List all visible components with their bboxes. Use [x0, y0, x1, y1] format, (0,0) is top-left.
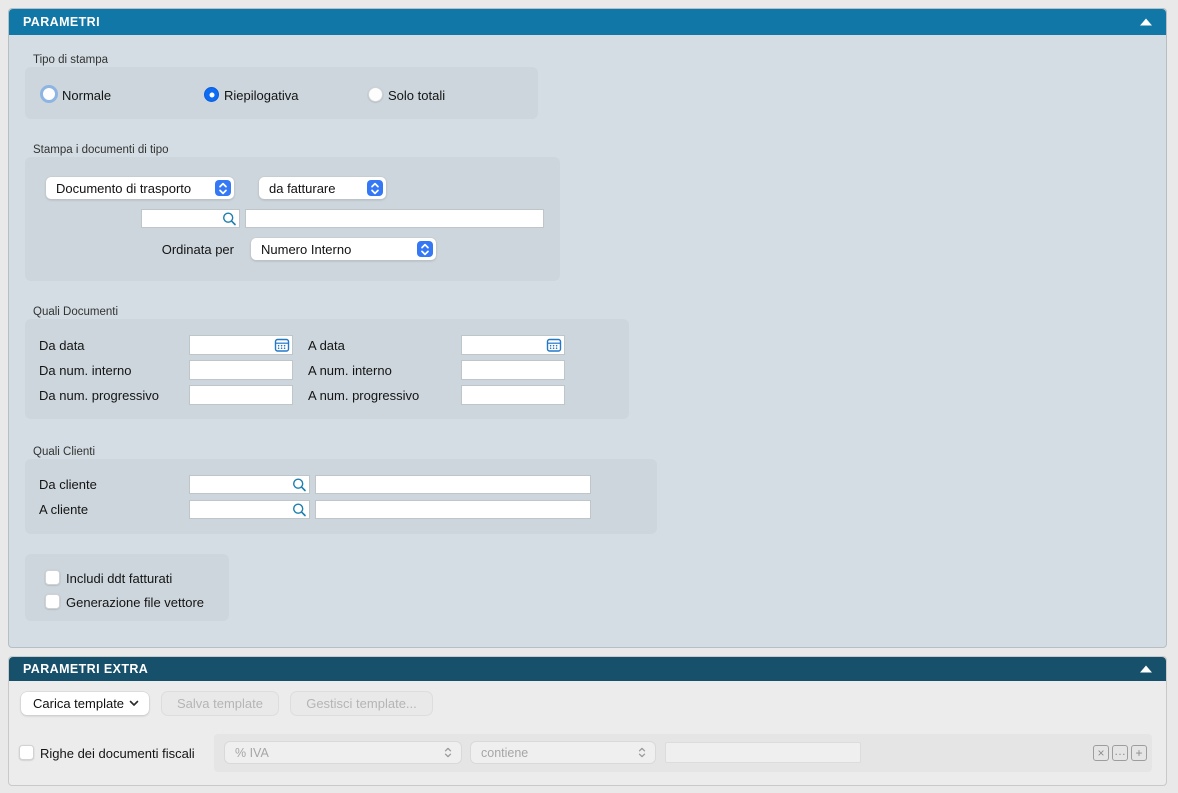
parametri-extra-panel-header[interactable]: PARAMETRI EXTRA	[9, 657, 1166, 681]
righe-documenti-fiscali-label: Righe dei documenti fiscali	[40, 746, 195, 761]
calendar-icon[interactable]	[274, 337, 290, 353]
stato-documento-value: da fatturare	[269, 181, 336, 196]
radio-riepilogativa-label: Riepilogativa	[224, 88, 298, 103]
tipo-di-stampa-label: Tipo di stampa	[33, 54, 108, 66]
da-cliente-search	[189, 475, 310, 494]
updown-chevron-icon	[638, 747, 652, 758]
stato-documento-select[interactable]: da fatturare	[259, 177, 386, 199]
da-data-field	[189, 335, 293, 355]
radio-normale[interactable]	[40, 85, 58, 103]
ellipsis-icon: …	[1114, 745, 1126, 757]
calendar-icon[interactable]	[546, 337, 562, 353]
a-cliente-nome-input[interactable]	[315, 500, 591, 519]
a-num-progressivo-label: A num. progressivo	[308, 388, 419, 403]
a-num-interno-label: A num. interno	[308, 363, 392, 378]
add-filter-button[interactable]: +	[1131, 745, 1147, 761]
quali-clienti-group	[25, 459, 657, 534]
da-num-interno-input[interactable]	[189, 360, 293, 380]
documento-descrizione-input[interactable]	[245, 209, 544, 228]
updown-chevron-icon	[215, 180, 231, 196]
radio-riepilogativa[interactable]	[204, 87, 219, 102]
radio-solo-totali-label: Solo totali	[388, 88, 445, 103]
chevron-down-icon	[129, 700, 139, 707]
generazione-file-vettore-label: Generazione file vettore	[66, 595, 204, 610]
includi-ddt-fatturati-checkbox[interactable]	[45, 570, 60, 585]
da-data-label: Da data	[39, 338, 85, 353]
salva-template-button[interactable]: Salva template	[162, 692, 278, 715]
parametri-extra-panel: PARAMETRI EXTRA Carica template Salva te…	[8, 656, 1167, 786]
search-icon[interactable]	[292, 502, 307, 517]
filtro-operatore-value: contiene	[481, 746, 528, 760]
carica-template-label: Carica template	[33, 696, 124, 711]
filtro-campo-value: % IVA	[235, 746, 269, 760]
radio-normale-label: Normale	[62, 88, 111, 103]
includi-ddt-fatturati-label: Includi ddt fatturati	[66, 571, 172, 586]
da-num-progressivo-input[interactable]	[189, 385, 293, 405]
da-cliente-nome-input[interactable]	[315, 475, 591, 494]
collapse-arrow-icon[interactable]	[1140, 666, 1152, 673]
righe-documenti-fiscali-checkbox[interactable]	[19, 745, 34, 760]
parametri-panel-title: PARAMETRI	[9, 15, 100, 29]
parametri-panel-header[interactable]: PARAMETRI	[9, 9, 1166, 35]
a-cliente-search	[189, 500, 310, 519]
ordinata-per-value: Numero Interno	[261, 242, 351, 257]
ordinata-per-label: Ordinata per	[141, 242, 234, 257]
da-num-progressivo-label: Da num. progressivo	[39, 388, 159, 403]
radio-solo-totali[interactable]	[368, 87, 383, 102]
tipo-documento-select[interactable]: Documento di trasporto	[46, 177, 234, 199]
search-icon[interactable]	[292, 477, 307, 492]
collapse-arrow-icon[interactable]	[1140, 19, 1152, 26]
a-cliente-label: A cliente	[39, 502, 88, 517]
parametri-panel: PARAMETRI Tipo di stampa Normale Riepilo…	[8, 8, 1167, 648]
carica-template-button[interactable]: Carica template	[21, 692, 149, 715]
quali-clienti-label: Quali Clienti	[33, 446, 95, 458]
plus-icon: +	[1135, 747, 1142, 759]
remove-icon: ×	[1097, 747, 1104, 759]
da-cliente-label: Da cliente	[39, 477, 97, 492]
updown-chevron-icon	[417, 241, 433, 257]
tipo-documento-value: Documento di trasporto	[56, 181, 191, 196]
gestisci-template-label: Gestisci template...	[306, 696, 417, 711]
da-num-interno-label: Da num. interno	[39, 363, 132, 378]
ordinata-per-select[interactable]: Numero Interno	[251, 238, 436, 260]
documento-codice-search	[141, 209, 240, 228]
stampa-documenti-label: Stampa i documenti di tipo	[33, 144, 169, 156]
gestisci-template-button[interactable]: Gestisci template...	[291, 692, 432, 715]
opzioni-group	[25, 554, 229, 621]
filtro-campo-select[interactable]: % IVA	[225, 742, 461, 763]
updown-chevron-icon	[444, 747, 458, 758]
quali-documenti-label: Quali Documenti	[33, 306, 118, 318]
a-data-field	[461, 335, 565, 355]
a-data-label: A data	[308, 338, 345, 353]
remove-filter-button[interactable]: ×	[1093, 745, 1109, 761]
filtro-operatore-select[interactable]: contiene	[471, 742, 655, 763]
more-filter-button[interactable]: …	[1112, 745, 1128, 761]
search-icon[interactable]	[222, 211, 237, 226]
a-num-interno-input[interactable]	[461, 360, 565, 380]
a-num-progressivo-input[interactable]	[461, 385, 565, 405]
salva-template-label: Salva template	[177, 696, 263, 711]
parametri-extra-panel-title: PARAMETRI EXTRA	[9, 662, 148, 676]
generazione-file-vettore-checkbox[interactable]	[45, 594, 60, 609]
updown-chevron-icon	[367, 180, 383, 196]
filtro-valore-input[interactable]	[665, 742, 861, 763]
